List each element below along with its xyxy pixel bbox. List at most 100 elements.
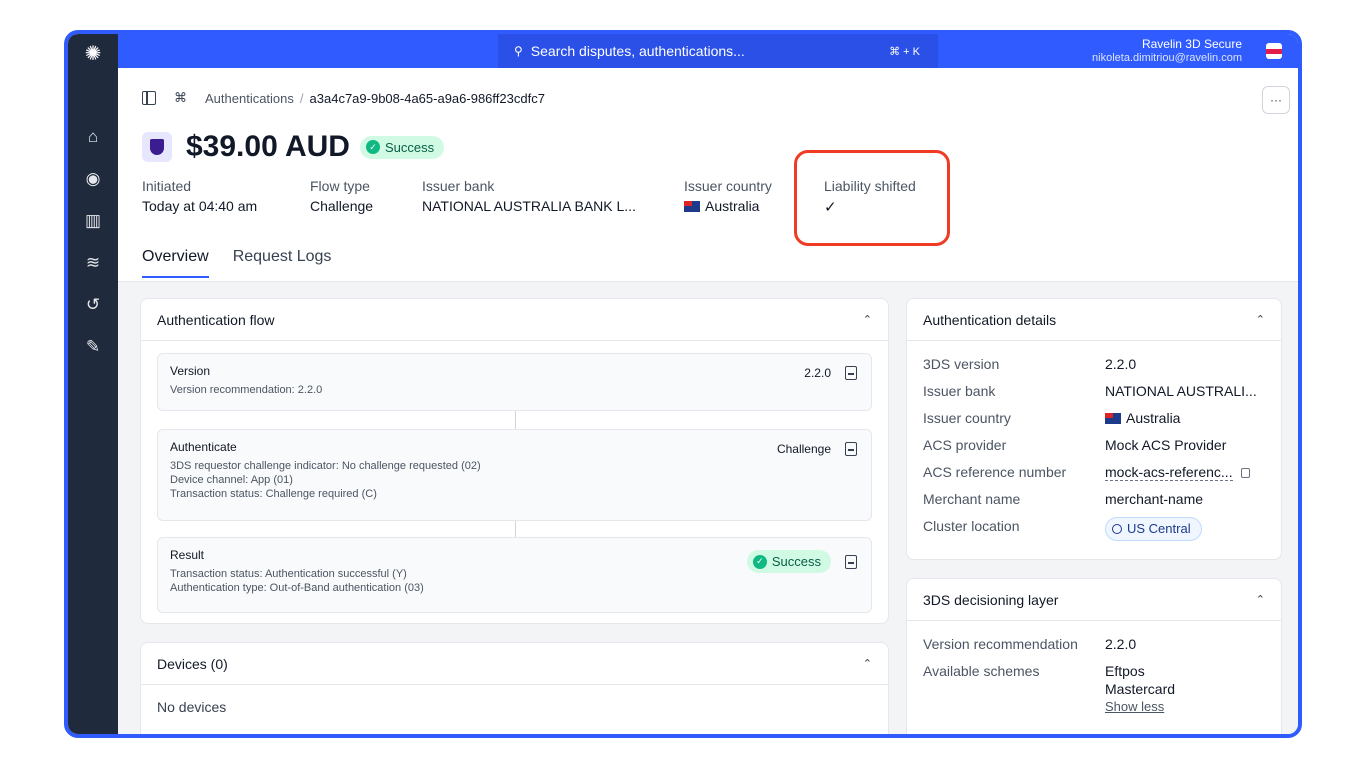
main-content: ⌘ Authentications / a3a4c7a9-9b08-4a65-a… xyxy=(118,68,1298,734)
step-title: Version xyxy=(170,364,211,378)
status-label: Success xyxy=(771,554,821,569)
search-bar[interactable]: ⚲ Search disputes, authentications... ⌘ … xyxy=(498,34,938,68)
step-value: Challenge xyxy=(777,442,857,456)
sidebar-nav: ⌂ ◉ ▥ ≋ ↺ ✎ xyxy=(68,116,118,368)
topbar: ⚲ Search disputes, authentications... ⌘ … xyxy=(118,34,1298,68)
detail-row: Cluster location US Central xyxy=(923,517,1265,541)
auth-flow-header[interactable]: Authentication flow ⌃ xyxy=(141,299,888,341)
step-line: Version recommendation: 2.2.0 xyxy=(170,384,323,396)
step-line: 3DS requestor challenge indicator: No ch… xyxy=(170,460,481,472)
meta-bank-label: Issuer bank xyxy=(422,178,495,194)
auth-details-title: Authentication details xyxy=(923,311,1057,328)
document-icon[interactable] xyxy=(845,442,857,456)
search-icon: ⚲ xyxy=(514,44,523,58)
meta-flow: Flow type Challenge xyxy=(310,178,422,216)
meta-flow-value: Challenge xyxy=(310,198,374,214)
flow-step-version: Version Version recommendation: 2.2.0 2.… xyxy=(157,353,872,411)
devices-empty: No devices xyxy=(157,699,227,715)
wrench-icon[interactable]: ✎ xyxy=(68,326,118,368)
flow-step-authenticate: Authenticate 3DS requestor challenge ind… xyxy=(157,429,872,521)
step-title: Authenticate xyxy=(170,440,237,454)
avatar[interactable] xyxy=(1266,43,1282,59)
step-line: Authentication type: Out-of-Band authent… xyxy=(170,582,424,594)
breadcrumb-current: a3a4c7a9-9b08-4a65-a9a6-986ff23cdfc7 xyxy=(309,90,545,106)
sidebar-toggle-icon[interactable] xyxy=(142,91,156,105)
detail-row: Merchant name merchant-name xyxy=(923,490,1265,508)
document-icon[interactable] xyxy=(845,554,857,569)
title-row: $39.00 AUD ✓ Success xyxy=(142,130,445,164)
chevron-up-icon[interactable]: ⌃ xyxy=(1256,313,1265,326)
detail-key: Version recommendation xyxy=(923,636,1078,652)
explore-icon[interactable]: ◉ xyxy=(68,158,118,200)
devices-header[interactable]: Devices (0) ⌃ xyxy=(141,643,888,685)
auth-flow-title: Authentication flow xyxy=(157,311,275,328)
meta-bank: Issuer bank NATIONAL AUSTRALIA BANK L... xyxy=(422,178,684,216)
decisioning-header[interactable]: 3DS decisioning layer ⌃ xyxy=(907,579,1281,621)
more-options-button[interactable]: ··· xyxy=(1262,86,1290,114)
search-placeholder: Search disputes, authentications... xyxy=(530,43,745,59)
detail-key: Issuer country xyxy=(923,410,1011,426)
detail-value: Mock ACS Provider xyxy=(1105,437,1227,453)
sidebar: ✺ ⌂ ◉ ▥ ≋ ↺ ✎ xyxy=(68,34,118,734)
detail-row: Available schemes Eftpos Mastercard Show… xyxy=(923,662,1265,716)
analytics-icon[interactable]: ▥ xyxy=(68,200,118,242)
chevron-up-icon[interactable]: ⌃ xyxy=(863,313,872,326)
step-value-text: Challenge xyxy=(776,442,831,456)
detail-key: ACS reference number xyxy=(923,464,1067,480)
database-icon[interactable]: ≋ xyxy=(68,242,118,284)
tab-request-logs[interactable]: Request Logs xyxy=(233,248,332,278)
show-less-link[interactable]: Show less xyxy=(1105,698,1175,716)
auth-details-header[interactable]: Authentication details ⌃ xyxy=(907,299,1281,341)
australia-flag-icon xyxy=(684,201,700,212)
detail-key: ACS provider xyxy=(923,437,1007,453)
breadcrumb-parent[interactable]: Authentications xyxy=(205,91,294,106)
detail-row: 3DS version 2.2.0 xyxy=(923,355,1265,373)
step-value-text: 2.2.0 xyxy=(804,366,831,380)
chevron-up-icon[interactable]: ⌃ xyxy=(1256,593,1265,606)
detail-value: NATIONAL AUSTRALI... xyxy=(1105,383,1257,399)
detail-value: merchant-name xyxy=(1105,491,1204,507)
page-header: ⌘ Authentications / a3a4c7a9-9b08-4a65-a… xyxy=(118,68,1298,282)
meta-bank-value: NATIONAL AUSTRALIA BANK L... xyxy=(422,198,636,214)
auth-details-body: 3DS version 2.2.0 Issuer bank NATIONAL AUS… xyxy=(907,341,1281,541)
detail-key: Available schemes xyxy=(923,663,1040,679)
history-icon[interactable]: ↺ xyxy=(68,284,118,326)
breadcrumb: ⌘ Authentications / a3a4c7a9-9b08-4a65-a… xyxy=(142,90,545,106)
pin-icon[interactable]: ⌘ xyxy=(174,90,187,106)
tab-overview[interactable]: Overview xyxy=(142,248,209,278)
ravelin-logo-icon[interactable]: ✺ xyxy=(68,34,118,72)
australia-flag-icon xyxy=(1105,413,1121,424)
cluster-location-text: US Central xyxy=(1127,521,1191,536)
schemes-list: Eftpos Mastercard Show less xyxy=(1105,662,1175,716)
detail-row: ACS provider Mock ACS Provider xyxy=(923,436,1265,454)
document-icon[interactable] xyxy=(845,366,857,380)
meta-initiated-value: Today at 04:40 am xyxy=(142,198,258,214)
step-line: Transaction status: Challenge required (… xyxy=(170,488,377,500)
home-icon[interactable]: ⌂ xyxy=(68,116,118,158)
highlight-box xyxy=(794,150,950,246)
status-badge: ✓ Success xyxy=(746,550,831,573)
flow-step-result: Result Transaction status: Authenticatio… xyxy=(157,537,872,613)
status-badge: ✓ Success xyxy=(359,135,445,159)
devices-card: Devices (0) ⌃ No devices xyxy=(140,642,889,734)
check-circle-icon: ✓ xyxy=(365,140,380,154)
meta-initiated-label: Initiated xyxy=(142,178,192,194)
acs-reference-link[interactable]: mock-acs-referenc... xyxy=(1105,464,1233,481)
detail-key: 3DS version xyxy=(923,356,1000,372)
connector-line xyxy=(515,521,516,537)
copy-icon[interactable] xyxy=(1240,468,1250,478)
devices-title: Devices (0) xyxy=(157,655,228,672)
scheme-item: Eftpos xyxy=(1105,663,1145,679)
breadcrumb-separator: / xyxy=(299,90,304,106)
globe-icon xyxy=(1112,524,1122,534)
detail-value: mock-acs-referenc... xyxy=(1105,463,1250,481)
cluster-location-pill: US Central xyxy=(1105,517,1202,541)
chevron-up-icon[interactable]: ⌃ xyxy=(863,657,872,670)
detail-row: ACS reference number mock-acs-referenc... xyxy=(923,463,1265,481)
detail-value: US Central xyxy=(1105,517,1202,541)
check-circle-icon: ✓ xyxy=(752,554,767,569)
search-shortcut: ⌘ + K xyxy=(889,45,920,58)
status-label: Success xyxy=(384,139,435,155)
user-email: nikoleta.dimitriou@ravelin.com xyxy=(1092,52,1242,64)
user-info[interactable]: Ravelin 3D Secure nikoleta.dimitriou@rav… xyxy=(1092,37,1242,65)
